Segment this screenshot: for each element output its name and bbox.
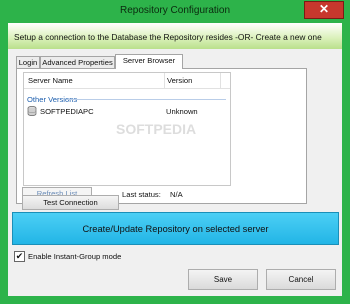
column-divider — [220, 73, 221, 88]
tab-advanced-properties[interactable]: Advanced Properties — [40, 56, 115, 68]
banner-text: Setup a connection to the Database the R… — [14, 32, 322, 42]
server-version: Unknown — [166, 107, 198, 116]
window-title: Repository Configuration — [119, 5, 231, 16]
last-status-value: N/A — [170, 190, 183, 199]
info-banner: Setup a connection to the Database the R… — [8, 23, 342, 49]
tab-server-browser[interactable]: Server Browser — [115, 54, 183, 69]
tab-login[interactable]: Login — [16, 56, 40, 68]
dialog-body: Setup a connection to the Database the R… — [8, 23, 342, 296]
list-item[interactable]: SOFTPEDIAPC Unknown — [24, 105, 230, 117]
cancel-button[interactable]: Cancel — [266, 269, 336, 290]
watermark: SOFTPEDIA — [116, 121, 197, 137]
group-divider — [66, 99, 226, 100]
create-update-repository-button[interactable]: Create/Update Repository on selected ser… — [12, 212, 339, 245]
column-header-version[interactable]: Version — [167, 76, 192, 85]
instant-group-label: Enable Instant-Group mode — [28, 252, 122, 261]
column-header-server-name[interactable]: Server Name — [28, 76, 73, 85]
server-name: SOFTPEDIAPC — [40, 107, 94, 116]
server-list-header: Server Name Version — [24, 73, 230, 89]
close-button[interactable]: ✕ — [304, 1, 344, 19]
last-status-label: Last status: — [122, 190, 161, 199]
save-button[interactable]: Save — [188, 269, 258, 290]
instant-group-checkbox[interactable]: ✔ — [14, 251, 25, 262]
column-divider — [164, 73, 165, 88]
title-bar[interactable]: Repository Configuration ✕ — [0, 0, 350, 22]
database-icon — [27, 106, 37, 118]
test-connection-button[interactable]: Test Connection — [22, 195, 119, 210]
repository-configuration-window: Repository Configuration ✕ Setup a conne… — [0, 0, 350, 304]
